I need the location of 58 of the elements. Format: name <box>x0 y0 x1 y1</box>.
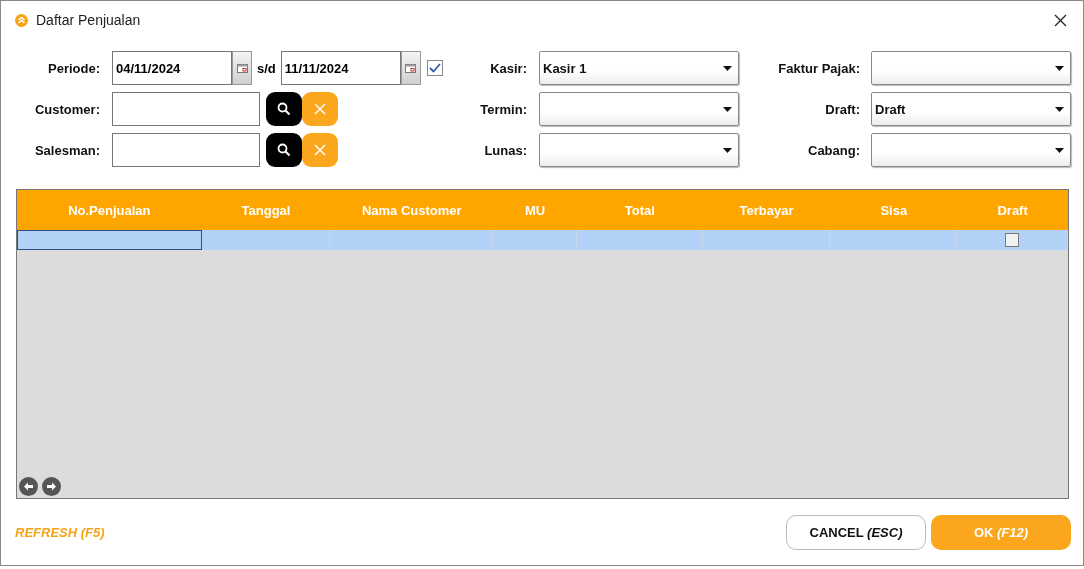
date-field[interactable]: 04/11/2024 <box>112 51 232 85</box>
field-label: Periode: <box>47 60 100 76</box>
dropdown-value: Draft <box>875 101 906 117</box>
field-label: Kasir: <box>489 60 527 76</box>
close-icon <box>1054 13 1067 27</box>
dropdown[interactable] <box>871 51 1071 85</box>
checkbox[interactable] <box>1005 233 1020 247</box>
caret-icon <box>1055 65 1064 71</box>
dropdown[interactable]: Kasir 1 <box>539 51 739 85</box>
caret-icon <box>1055 147 1064 153</box>
app-logo-icon <box>15 13 28 27</box>
search-icon <box>277 143 291 157</box>
dropdown[interactable] <box>539 133 739 167</box>
dropdown-value: Kasir 1 <box>543 60 587 76</box>
caret-icon <box>723 106 732 112</box>
close-icon <box>314 144 326 156</box>
search-icon <box>277 102 291 116</box>
column-header[interactable]: Tanggal <box>201 190 331 230</box>
field-label: Draft: <box>824 101 860 117</box>
column-header[interactable]: No.Penjualan <box>17 190 202 230</box>
caret-icon <box>723 65 732 71</box>
column-header[interactable]: Sisa <box>830 190 958 230</box>
input-field[interactable] <box>112 133 260 167</box>
calendar-icon <box>405 63 417 73</box>
search-button[interactable] <box>266 92 302 126</box>
field-label: Termin: <box>479 101 527 117</box>
column-header[interactable]: Draft <box>957 190 1068 230</box>
field-label: Cabang: <box>807 142 860 158</box>
calendar-icon <box>236 63 248 73</box>
cancel-button[interactable]: CANCEL (ESC) <box>786 514 926 550</box>
field-label: Faktur Pajak: <box>777 60 860 76</box>
column-header[interactable]: Nama Customer <box>330 190 494 230</box>
calendar-button[interactable] <box>400 51 421 85</box>
close-icon <box>314 103 326 115</box>
input-field[interactable] <box>112 92 260 126</box>
scroll-right-icon[interactable] <box>42 477 61 496</box>
range-separator: s/d <box>257 60 276 76</box>
checkmark-icon <box>428 63 441 73</box>
search-button[interactable] <box>266 133 302 167</box>
dropdown[interactable] <box>539 92 739 126</box>
date-field[interactable]: 11/11/2024 <box>280 51 401 85</box>
scroll-left-icon[interactable] <box>19 477 38 496</box>
window-title: Daftar Penjualan <box>36 12 142 28</box>
field-label: Lunas: <box>483 142 527 158</box>
column-header[interactable]: Terbayar <box>702 190 831 230</box>
ok-button[interactable]: OK (F12) <box>931 514 1071 550</box>
dropdown[interactable]: Draft <box>871 92 1071 126</box>
table-row[interactable] <box>17 230 1068 250</box>
field-label: Salesman: <box>33 142 100 158</box>
refresh-link[interactable]: REFRESH (F5) <box>15 524 786 540</box>
checkbox[interactable] <box>426 60 443 76</box>
field-label: Customer: <box>34 101 100 117</box>
caret-icon <box>1055 106 1064 112</box>
calendar-button[interactable] <box>232 51 252 85</box>
caret-icon <box>723 147 732 153</box>
column-header[interactable]: Total <box>576 190 703 230</box>
column-header[interactable]: MU <box>493 190 577 230</box>
dropdown[interactable] <box>871 133 1071 167</box>
